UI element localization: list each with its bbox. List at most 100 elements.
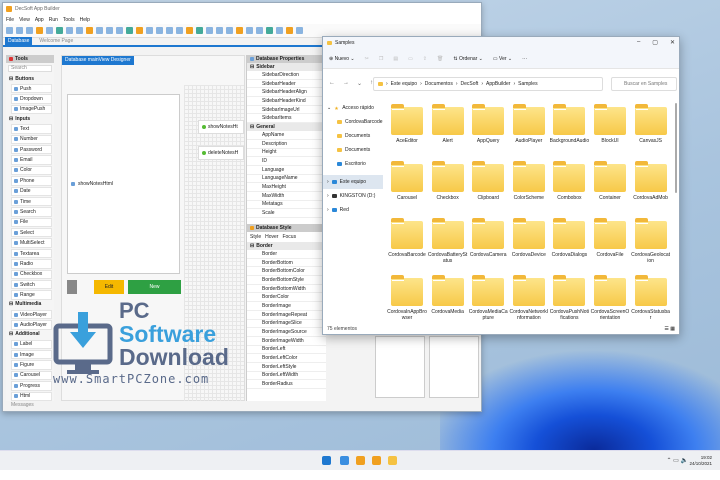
property-row[interactable]: Description [247, 140, 326, 149]
style-property-row[interactable]: BorderLeftStyle [247, 363, 326, 372]
property-row[interactable]: SidebarHeaderAlign [247, 88, 326, 98]
tool-item-switch[interactable]: Switch [11, 280, 52, 290]
property-row[interactable]: SidebarHeader [247, 80, 326, 89]
tool-item-text[interactable]: Text [11, 124, 52, 134]
delete-icon[interactable]: 🗑 [437, 56, 443, 62]
folder-item[interactable]: Combobox [549, 161, 589, 202]
folder-item[interactable]: BackgroundAudio [549, 104, 589, 145]
tool-item-html[interactable]: Html [11, 391, 52, 401]
forward-icon[interactable]: → [343, 80, 349, 87]
style-property-row[interactable]: BorderBottomStyle [247, 276, 326, 285]
more-button[interactable]: ··· [522, 56, 527, 62]
breadcrumb-este-equipo[interactable]: Este equipo [391, 81, 417, 87]
toolbar-button-icon[interactable] [246, 27, 253, 34]
scrollbar[interactable] [675, 103, 677, 193]
toolbar-button-icon[interactable] [66, 27, 73, 34]
close-icon[interactable]: ✕ [670, 39, 675, 46]
back-icon[interactable]: ← [329, 80, 335, 87]
folder-item[interactable]: CordovaAdMob [631, 161, 671, 202]
style-property-row[interactable]: Border [247, 250, 326, 259]
tool-item-range[interactable]: Range [11, 290, 52, 300]
paste-icon[interactable]: ▤ [393, 56, 398, 62]
clock[interactable]: 19:02 24/10/2021 [689, 455, 712, 467]
search-icon[interactable] [340, 456, 349, 465]
style-property-row[interactable]: BorderImageSource [247, 328, 326, 337]
nav-item[interactable]: ⌄ ★ Acceso rápido [323, 101, 383, 115]
toolbar-button-icon[interactable] [206, 27, 213, 34]
tool-item-color[interactable]: Color [11, 165, 52, 176]
tool-item-checkbox[interactable]: Checkbox [11, 269, 52, 280]
tool-group-buttons[interactable]: ⊟ Buttons [6, 74, 54, 83]
toolbar-button-icon[interactable] [36, 27, 43, 34]
maximize-icon[interactable]: ▢ [652, 39, 658, 46]
folder-item[interactable]: Clipboard [468, 161, 508, 202]
property-row[interactable]: Language [247, 166, 326, 175]
tool-item-videoplayer[interactable]: VideoPlayer [11, 309, 52, 320]
folder-item[interactable]: CordovaGeolocation [631, 218, 671, 264]
toolbar-button-icon[interactable] [146, 27, 153, 34]
menu-view[interactable]: View [19, 17, 30, 23]
toolbar-button-icon[interactable] [156, 27, 163, 34]
property-group-general[interactable]: ⊟ General [247, 123, 326, 132]
folder-item[interactable]: CordovaStatusbar [631, 275, 671, 321]
copy-icon[interactable]: ❐ [379, 56, 383, 62]
tool-item-number[interactable]: Number [11, 134, 52, 144]
tool-item-carousel[interactable]: Carousel [11, 370, 52, 381]
style-property-row[interactable]: BorderImageSlice [247, 320, 326, 329]
app-builder-icon[interactable] [356, 456, 365, 465]
style-property-row[interactable]: BorderImage [247, 302, 326, 311]
folder-item[interactable]: CordovaMediaCapture [468, 275, 508, 321]
folder-item[interactable]: CanvasJS [631, 104, 671, 145]
style-property-row[interactable]: BorderRadius [247, 380, 326, 389]
property-row[interactable]: ID [247, 157, 326, 166]
folder-item[interactable]: Alert [428, 104, 468, 145]
nav-item[interactable]: › Red [323, 203, 383, 217]
tab-focus[interactable]: Focus [282, 234, 296, 240]
tool-item-time[interactable]: Time [11, 196, 52, 207]
tab-hover[interactable]: Hover [265, 234, 278, 240]
toolbar-button-icon[interactable] [276, 27, 283, 34]
property-row[interactable]: Metatags [247, 201, 326, 210]
nav-item[interactable]: Documents [323, 129, 383, 143]
breadcrumb-appbuilder[interactable]: AppBuilder [486, 81, 510, 87]
toolbar-button-icon[interactable] [96, 27, 103, 34]
property-row[interactable]: SidebarImageUrl [247, 106, 326, 115]
tool-item-select[interactable]: Select [11, 228, 52, 238]
recent-icon[interactable]: ⌄ [357, 80, 362, 87]
share-icon[interactable]: ⇪ [423, 56, 427, 62]
property-row[interactable]: AppName [247, 131, 326, 140]
property-row[interactable]: LanguageName [247, 175, 326, 184]
nav-item[interactable]: › KINGSTON (D:) [323, 189, 383, 203]
tool-item-multiselect[interactable]: MultiSelect [11, 238, 52, 248]
folder-item[interactable]: CordovaDialogs [549, 218, 589, 259]
new-button[interactable]: ⊕ Nuevo ⌄ [329, 56, 355, 62]
tool-item-textarea[interactable]: Textarea [11, 248, 52, 259]
tool-item-label[interactable]: Label [11, 339, 52, 349]
style-property-row[interactable]: BorderImageWidth [247, 337, 326, 346]
minimize-icon[interactable]: – [637, 39, 640, 46]
tool-item-date[interactable]: Date [11, 186, 52, 196]
toolbar-button-icon[interactable] [86, 27, 93, 34]
folder-item[interactable]: CordovaMedia [428, 275, 468, 316]
system-tray-icons[interactable]: ⌃ ▭ 🔈 [666, 457, 688, 464]
breadcrumb-documentos[interactable]: Documentos [425, 81, 453, 87]
nav-item[interactable]: › Este equipo [323, 175, 383, 189]
folder-item[interactable]: CordovaNetworkInformation [509, 275, 549, 321]
toolbar-button-icon[interactable] [266, 27, 273, 34]
show-notes-item[interactable]: showNotesHt [198, 120, 244, 134]
property-group-border[interactable]: ⊟ Border [247, 242, 326, 250]
tool-item-phone[interactable]: Phone [11, 176, 52, 186]
toolbar-button-icon[interactable] [196, 27, 203, 34]
tool-item-push[interactable]: Push [11, 84, 52, 94]
tool-item-password[interactable]: Password [11, 144, 52, 155]
property-row[interactable]: SidebarHeaderKind [247, 97, 326, 106]
menu-file[interactable]: File [6, 17, 14, 23]
style-property-row[interactable]: BorderBottomColor [247, 267, 326, 277]
toolbar-button-icon[interactable] [236, 27, 243, 34]
cut-icon[interactable]: ✂ [365, 56, 369, 62]
toolbar-button-icon[interactable] [56, 27, 63, 34]
style-property-row[interactable]: BorderLeftWidth [247, 372, 326, 381]
folder-item[interactable]: CordovaScreenOrientation [590, 275, 630, 321]
address-bar[interactable]: › Este equipo › Documentos › DecSoft › AppBuild… [373, 77, 603, 91]
messages-tab[interactable]: Messages [11, 402, 34, 408]
